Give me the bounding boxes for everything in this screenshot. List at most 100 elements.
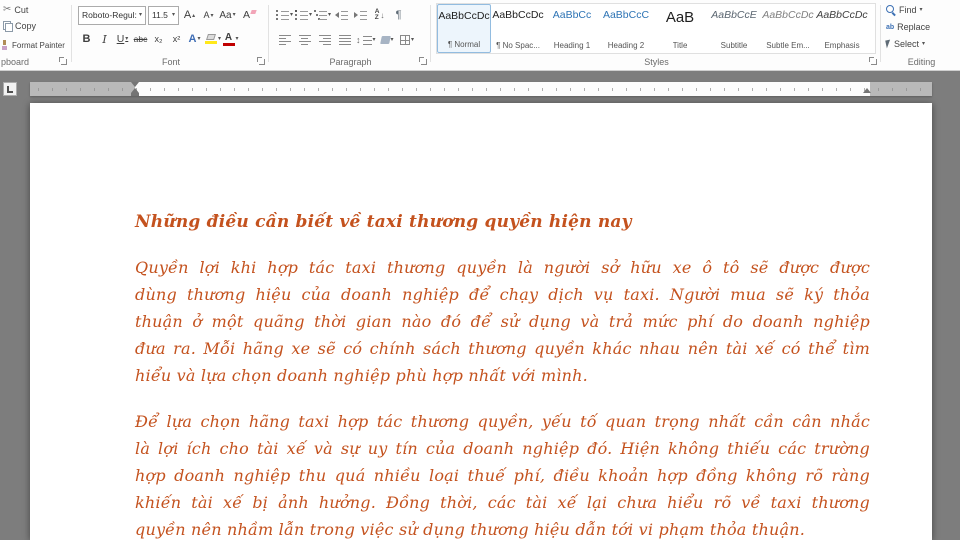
cut-button[interactable]: ✂ Cut: [3, 4, 28, 15]
font-color-letter: A: [224, 32, 233, 43]
decrease-indent-button[interactable]: [333, 5, 350, 25]
clipboard-group: ✂ Cut Copy Format Painter pboard: [0, 0, 70, 70]
style-heading-2[interactable]: AaBbCcC Heading 2: [599, 4, 653, 53]
group-separator: [71, 5, 72, 62]
font-color-button[interactable]: A ▾: [222, 29, 239, 49]
subscript-button[interactable]: x₂: [150, 29, 167, 49]
align-right-button[interactable]: [316, 30, 333, 50]
increase-indent-button[interactable]: [352, 5, 369, 25]
style-name: Heading 1: [553, 41, 591, 50]
increase-indent-icon: [354, 10, 368, 20]
group-separator: [430, 5, 431, 62]
font-size-combo[interactable]: 11.5 ▾: [148, 5, 179, 25]
font-color-icon: A: [222, 32, 235, 46]
italic-button[interactable]: I: [96, 29, 113, 49]
align-right-icon: [318, 35, 331, 45]
text-line: thuận ở một quãng thời gian nào đó để sử…: [135, 312, 870, 331]
group-separator: [268, 5, 269, 62]
multilevel-list-button[interactable]: ▾: [314, 5, 331, 25]
styles-group: AaBbCcDc ¶ Normal AaBbCcDc ¶ No Spac... …: [433, 0, 880, 70]
styles-dialog-launcher[interactable]: [869, 57, 877, 65]
align-left-icon: [278, 35, 291, 45]
search-icon: [886, 5, 896, 15]
copy-icon: [3, 21, 13, 32]
shading-button[interactable]: ▾: [379, 30, 396, 50]
find-button[interactable]: Find ▾: [886, 5, 923, 15]
text-line: Để lựa chọn hãng taxi hợp tác thương quy…: [135, 412, 870, 431]
chevron-down-icon: ▾: [922, 41, 926, 47]
styles-group-label: Styles: [644, 57, 669, 67]
document-canvas: Những điều cần biết về taxi thương quyền…: [0, 72, 960, 540]
grow-font-button[interactable]: A ▴: [181, 5, 198, 25]
superscript-button[interactable]: x²: [168, 29, 185, 49]
style-preview: AaB: [665, 9, 695, 26]
shrink-font-button[interactable]: A ▾: [200, 5, 217, 25]
clear-formatting-icon: A: [242, 9, 250, 21]
down-arrow-icon: ↓: [380, 10, 385, 20]
change-case-button[interactable]: Aa ▾: [219, 5, 236, 25]
font-name-combo[interactable]: Roboto-Regul: ▾: [78, 5, 146, 25]
chevron-down-icon: ▾: [125, 36, 129, 42]
highlight-color-button[interactable]: ▾: [204, 29, 221, 49]
copy-label: Copy: [15, 21, 37, 31]
borders-icon: [400, 35, 410, 45]
chevron-down-icon: ▾: [138, 12, 142, 18]
select-label: Select: [894, 39, 920, 49]
show-hide-formatting-button[interactable]: ¶: [390, 5, 407, 25]
align-center-button[interactable]: [296, 30, 313, 50]
copy-button[interactable]: Copy: [3, 21, 37, 32]
font-dialog-launcher[interactable]: [257, 57, 265, 65]
style-name: ¶ Normal: [447, 40, 481, 49]
paragraph-group-label: Paragraph: [329, 57, 372, 67]
style-subtle-emphasis[interactable]: AaBbCcDc Subtle Em...: [761, 4, 815, 53]
select-button[interactable]: Select ▾: [885, 39, 926, 49]
chevron-down-icon: ▾: [197, 36, 201, 42]
style-name: Emphasis: [824, 41, 860, 50]
font-size-value: 11.5: [152, 10, 168, 20]
chevron-down-icon: ▾: [171, 12, 175, 18]
text-line: quyền nên nhầm lẫn trong việc sử dụng th…: [135, 520, 806, 539]
chevron-down-icon: ▾: [372, 37, 376, 43]
right-indent-marker[interactable]: [863, 88, 871, 93]
clipboard-dialog-launcher[interactable]: [59, 57, 67, 65]
tab-selector[interactable]: [3, 82, 17, 96]
cut-label: Cut: [14, 4, 29, 15]
style-emphasis[interactable]: AaBbCcDc Emphasis: [815, 4, 869, 53]
style-preview: AaBbCcC: [602, 9, 650, 21]
replace-button[interactable]: ab Replace: [886, 22, 930, 32]
line-spacing-button[interactable]: ↕ ▾: [356, 30, 376, 50]
cursor-icon: [885, 39, 892, 49]
clear-formatting-button[interactable]: A: [238, 5, 255, 25]
style-normal[interactable]: AaBbCcDc ¶ Normal: [437, 4, 491, 53]
style-preview: AaBbCcDc: [816, 9, 868, 21]
strikethrough-button[interactable]: abc: [132, 29, 149, 49]
up-arrow-icon: ▴: [192, 12, 196, 19]
style-subtitle[interactable]: AaBbCcE Subtitle: [707, 4, 761, 53]
paragraph-dialog-launcher[interactable]: [419, 57, 427, 65]
underline-label: U: [116, 33, 125, 45]
borders-button[interactable]: ▾: [399, 30, 416, 50]
text-effects-button[interactable]: A ▾: [186, 29, 203, 49]
cut-icon: ✂: [3, 4, 12, 15]
bullets-button[interactable]: ▾: [276, 5, 293, 25]
style-title[interactable]: AaB Title: [653, 4, 707, 53]
justify-button[interactable]: [336, 30, 353, 50]
style-no-spacing[interactable]: AaBbCcDc ¶ No Spac...: [491, 4, 545, 53]
style-heading-1[interactable]: AaBbCc Heading 1: [545, 4, 599, 53]
numbering-button[interactable]: ▾: [295, 5, 312, 25]
font-group: Roboto-Regul: ▾ 11.5 ▾ A ▴ A ▾ Aa ▾ A B …: [74, 0, 268, 70]
replace-icon: ab: [886, 23, 895, 31]
format-painter-button[interactable]: Format Painter: [1, 40, 65, 50]
styles-gallery: AaBbCcDc ¶ Normal AaBbCcDc ¶ No Spac... …: [436, 3, 876, 54]
document-edit-area[interactable]: Những điều cần biết về taxi thương quyền…: [30, 103, 932, 540]
chevron-down-icon: ▾: [290, 12, 294, 18]
paragraph: Quyền lợi khi hợp tác taxi thương quyền …: [135, 254, 870, 389]
bold-button[interactable]: B: [78, 29, 95, 49]
chevron-down-icon: ▾: [235, 36, 239, 42]
paragraph: Để lựa chọn hãng taxi hợp tác thương quy…: [135, 408, 870, 540]
left-indent-marker[interactable]: [131, 93, 139, 96]
align-left-button[interactable]: [276, 30, 293, 50]
underline-button[interactable]: U ▾: [114, 29, 131, 49]
sort-button[interactable]: AZ ↓: [371, 5, 388, 25]
first-line-indent-marker[interactable]: [131, 82, 139, 87]
